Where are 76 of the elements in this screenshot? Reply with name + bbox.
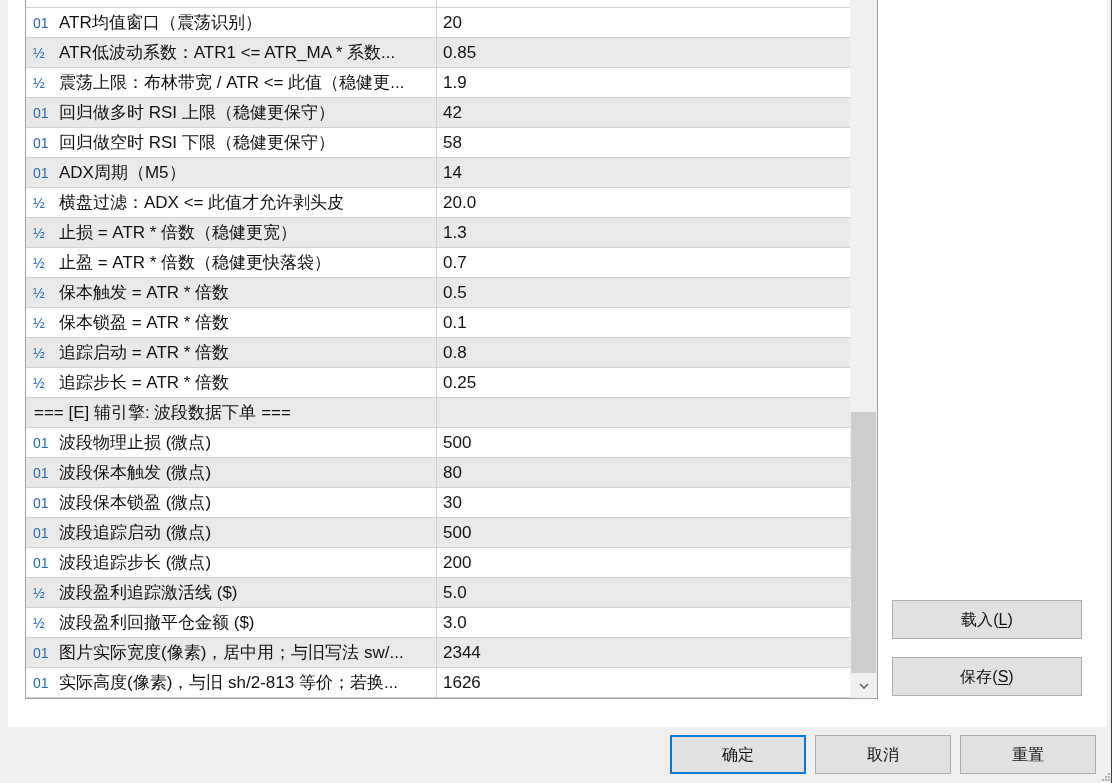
section-heading: === [E] 辅引擎: 波段数据下单 === <box>34 401 291 424</box>
dialog-button[interactable]: 取消 <box>815 735 951 774</box>
parameter-value[interactable]: 0.5 <box>443 279 467 306</box>
parameter-value[interactable]: 20.0 <box>443 189 477 216</box>
parameter-value[interactable]: 1626 <box>443 669 481 696</box>
parameter-name: 波段保本触发 (微点) <box>59 461 212 484</box>
digits-icon: 01 <box>33 525 53 540</box>
parameter-value[interactable]: 0.1 <box>443 309 467 336</box>
digits-icon: 01 <box>33 105 53 120</box>
parameter-name: 图片实际宽度(像素)，居中用；与旧写法 sw/... <box>59 641 404 664</box>
parameter-value[interactable]: 0.85 <box>443 39 477 66</box>
parameter-name: 波段盈利回撤平仓金额 ($) <box>59 611 255 634</box>
parameter-name: ADX周期（M5） <box>59 161 186 184</box>
parameter-name: 保本触发 = ATR * 倍数 <box>59 281 230 304</box>
parameter-name: 波段盈利追踪激活线 ($) <box>59 581 238 604</box>
parameter-name: 回归做多时 RSI 上限（稳健更保守） <box>59 101 335 124</box>
parameter-name: 波段物理止损 (微点) <box>59 431 212 454</box>
parameter-value[interactable]: 1.9 <box>443 69 467 96</box>
parameter-name: 波段保本锁盈 (微点) <box>59 491 212 514</box>
digits-icon: 01 <box>33 165 53 180</box>
digits-icon: 01 <box>33 135 53 150</box>
parameter-name: 回归做空时 RSI 下限（稳健更保守） <box>59 131 335 154</box>
parameter-name: 止盈 = ATR * 倍数（稳健更快落袋） <box>59 251 332 274</box>
fraction-icon: ½ <box>33 45 53 60</box>
digits-icon: 01 <box>33 435 53 450</box>
parameter-name: 追踪启动 = ATR * 倍数 <box>59 341 230 364</box>
parameter-name: 波段追踪步长 (微点) <box>59 551 212 574</box>
parameter-value[interactable]: 3.0 <box>443 609 467 636</box>
fraction-icon: ½ <box>33 615 53 630</box>
fraction-icon: ½ <box>33 345 53 360</box>
parameter-value[interactable]: 14 <box>443 159 462 186</box>
parameter-value[interactable]: 500 <box>443 519 472 546</box>
digits-icon: 01 <box>33 675 53 690</box>
fraction-icon: ½ <box>33 315 53 330</box>
parameter-name: ATR均值窗口（震荡识别） <box>59 11 262 34</box>
digits-icon: 01 <box>33 555 53 570</box>
fraction-icon: ½ <box>33 585 53 600</box>
fraction-icon: ½ <box>33 375 53 390</box>
parameter-value[interactable]: 1.3 <box>443 219 467 246</box>
parameter-name: 保本锁盈 = ATR * 倍数 <box>59 311 230 334</box>
dialog-button[interactable]: 重置 <box>960 735 1096 774</box>
parameter-value[interactable]: 2344 <box>443 639 481 666</box>
parameter-name: 追踪步长 = ATR * 倍数 <box>59 371 230 394</box>
parameter-value[interactable]: 5.0 <box>443 579 467 606</box>
parameter-name: 实际高度(像素)，与旧 sh/2-813 等价；若换... <box>59 671 399 694</box>
digits-icon: 01 <box>33 645 53 660</box>
parameter-value[interactable]: 200 <box>443 549 472 576</box>
resize-grip-icon[interactable] <box>1102 773 1110 781</box>
parameter-value[interactable]: 20 <box>443 9 462 36</box>
fraction-icon: ½ <box>33 255 53 270</box>
chevron-down-icon <box>858 682 869 689</box>
scrollbar-thumb[interactable] <box>851 412 876 673</box>
parameter-value[interactable]: 30 <box>443 489 462 516</box>
fraction-icon: ½ <box>33 75 53 90</box>
parameter-value[interactable]: 58 <box>443 129 462 156</box>
parameter-value[interactable]: 0.7 <box>443 249 467 276</box>
dialog-button[interactable]: 确定 <box>670 735 806 774</box>
digits-icon: 01 <box>33 465 53 480</box>
parameter-name: 震荡上限：布林带宽 / ATR <= 此值（稳健更... <box>59 71 405 94</box>
parameter-name: 止损 = ATR * 倍数（稳健更宽） <box>59 221 298 244</box>
parameter-value[interactable]: 500 <box>443 429 472 456</box>
parameter-value[interactable]: 0.25 <box>443 369 477 396</box>
action-button[interactable]: 保存(S) <box>892 657 1082 696</box>
scrollbar[interactable] <box>850 0 877 698</box>
digits-icon: 01 <box>33 15 53 30</box>
fraction-icon: ½ <box>33 285 53 300</box>
parameter-value[interactable]: 80 <box>443 459 462 486</box>
digits-icon: 01 <box>33 495 53 510</box>
action-button[interactable]: 载入(L) <box>892 600 1082 639</box>
parameter-value[interactable]: 42 <box>443 99 462 126</box>
parameter-name: 横盘过滤：ADX <= 此值才允许剥头皮 <box>59 191 345 214</box>
parameter-name: ATR低波动系数：ATR1 <= ATR_MA * 系数... <box>59 41 396 64</box>
parameter-name: 波段追踪启动 (微点) <box>59 521 212 544</box>
parameter-value[interactable]: 0.8 <box>443 339 467 366</box>
fraction-icon: ½ <box>33 225 53 240</box>
fraction-icon: ½ <box>33 195 53 210</box>
